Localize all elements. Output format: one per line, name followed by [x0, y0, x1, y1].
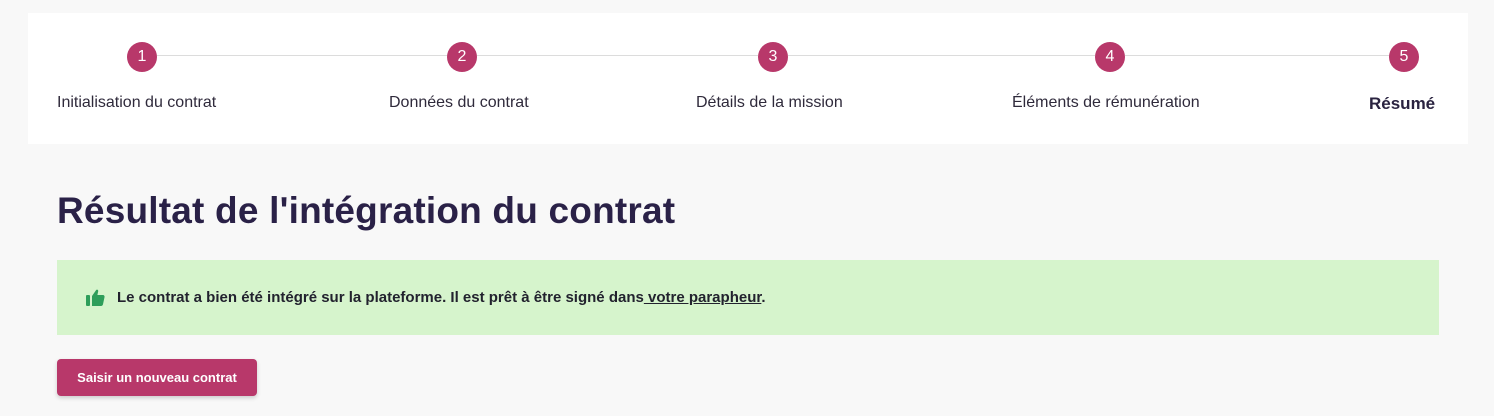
step-label: Données du contrat: [389, 94, 529, 111]
success-alert: Le contrat a bien été intégré sur la pla…: [57, 260, 1439, 335]
new-contract-button[interactable]: Saisir un nouveau contrat: [57, 359, 257, 396]
thumbs-up-icon: [86, 289, 105, 306]
step-number: 5: [1389, 42, 1419, 72]
step-label: Détails de la mission: [696, 94, 843, 111]
alert-suffix: .: [761, 289, 766, 306]
step-label: Éléments de rémunération: [1012, 94, 1200, 111]
step-resume[interactable]: 5 Résumé: [1208, 13, 1448, 144]
step-initialisation[interactable]: 1 Initialisation du contrat: [28, 13, 268, 144]
step-label: Initialisation du contrat: [57, 94, 217, 111]
alert-message: Le contrat a bien été intégré sur la pla…: [117, 289, 766, 306]
alert-text: Le contrat a bien été intégré sur la pla…: [117, 289, 644, 306]
contract-stepper: 1 Initialisation du contrat 2 Données du…: [28, 13, 1468, 144]
step-donnees[interactable]: 2 Données du contrat: [328, 13, 568, 144]
step-remuneration[interactable]: 4 Éléments de rémunération: [928, 13, 1200, 144]
step-number: 1: [127, 42, 157, 72]
step-number: 4: [1095, 42, 1125, 72]
step-number: 3: [758, 42, 788, 72]
step-details-mission[interactable]: 3 Détails de la mission: [628, 13, 868, 144]
step-number: 2: [447, 42, 477, 72]
parapheur-link[interactable]: votre parapheur: [644, 289, 761, 306]
page-title: Résultat de l'intégration du contrat: [57, 190, 676, 231]
step-label-active: Résumé: [1369, 94, 1436, 113]
